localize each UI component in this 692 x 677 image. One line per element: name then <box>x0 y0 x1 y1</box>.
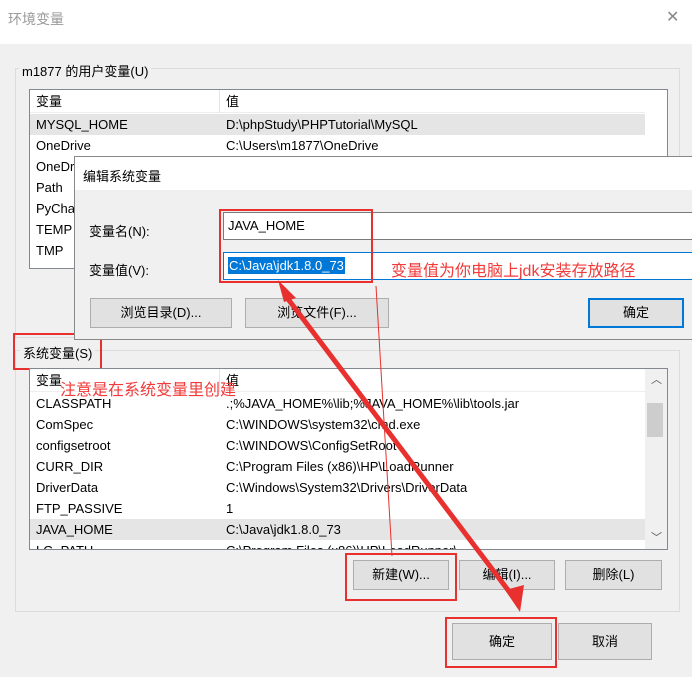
thick-arrow-line <box>283 293 516 600</box>
annotation-arrows <box>278 280 524 612</box>
arrow-head-up-icon <box>278 280 296 302</box>
